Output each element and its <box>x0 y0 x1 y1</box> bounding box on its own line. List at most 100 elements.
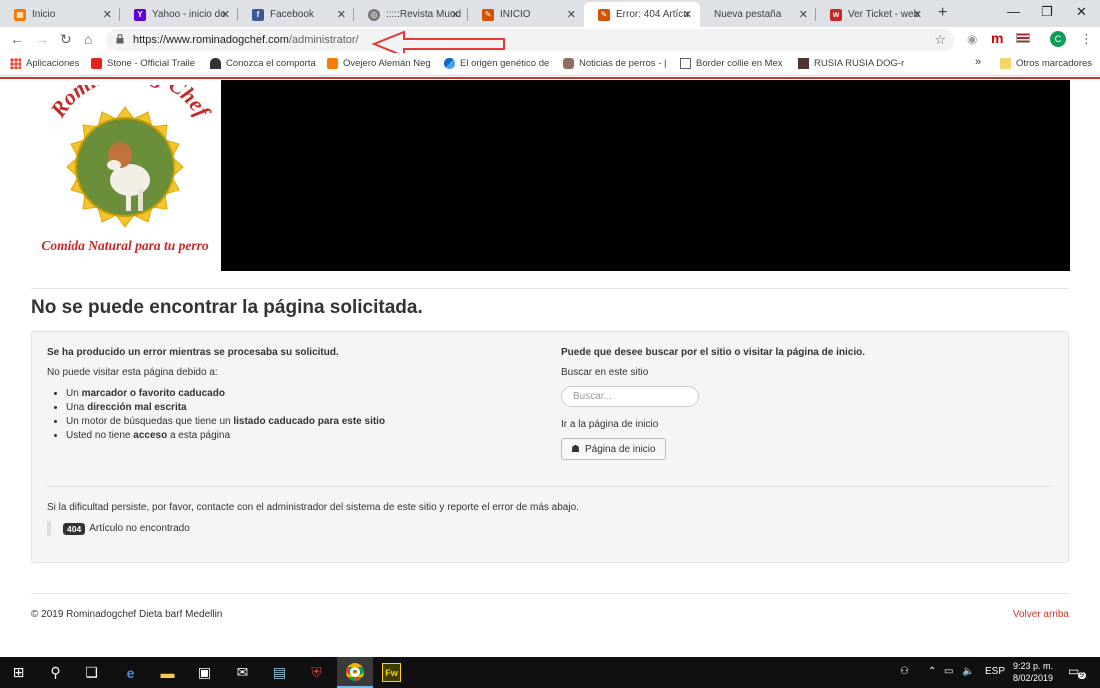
bookmark-label: Noticias de perros - | <box>579 58 667 69</box>
error-reasons-list: Un marcador o favorito caducado Una dire… <box>66 387 537 443</box>
url-path: /administrator/ <box>288 34 359 46</box>
bookmark-label: Otros marcadores <box>1016 58 1093 69</box>
tab-ver-ticket[interactable]: w Ver Ticket - web ✕ <box>816 2 930 27</box>
tab-revista[interactable]: ◎ :::::Revista Mund ✕ <box>354 2 468 27</box>
bookmark-label: Conozca el comporta <box>226 58 316 69</box>
bookmark-rusia[interactable]: RUSIA RUSIA DOG-ra <box>798 58 904 69</box>
close-icon[interactable]: ✕ <box>799 8 808 21</box>
bookmark-noticias[interactable]: Noticias de perros - | <box>563 58 667 69</box>
chevron-up-icon[interactable]: ⌃ <box>928 666 936 677</box>
home-page-button[interactable]: ☗ Página de inicio <box>561 438 666 460</box>
persist-message: Si la dificultad persiste, por favor, co… <box>47 502 579 513</box>
dog-chef-logo-icon: Romina Dog Chef Comida Natural para tu p… <box>41 59 216 253</box>
profile-avatar[interactable]: C <box>1050 31 1066 47</box>
error-panel: Se ha producido un error mientras se pro… <box>31 331 1069 563</box>
site-logo[interactable]: Romina Dog Chef Comida Natural para tu p… <box>30 59 220 260</box>
chrome-icon[interactable] <box>337 657 373 688</box>
minimize-button[interactable]: — <box>1007 4 1020 19</box>
bookmark-aplicaciones[interactable]: Aplicaciones <box>10 58 79 69</box>
fireworks-icon[interactable]: Fw <box>382 663 401 682</box>
home-button[interactable]: ⌂ <box>84 31 92 47</box>
search-input[interactable] <box>561 386 699 407</box>
file-explorer-icon[interactable]: ▬ <box>158 663 177 682</box>
volume-icon[interactable]: 🔈 <box>962 666 974 677</box>
home-icon: ☗ <box>571 443 580 455</box>
address-bar[interactable]: https://www.rominadogchef.com/administra… <box>106 29 954 51</box>
bookmark-star-icon[interactable]: ☆ <box>934 32 946 48</box>
mail-icon[interactable]: ✉ <box>233 663 252 682</box>
restore-button[interactable]: ❐ <box>1041 4 1053 20</box>
tab-inicio[interactable]: ▦ Inicio ✕ <box>0 2 120 27</box>
back-button[interactable]: ← <box>10 31 24 47</box>
dog-chef-icon: ✎ <box>482 8 494 21</box>
close-icon[interactable]: ✕ <box>337 8 346 21</box>
window-close-button[interactable]: ✕ <box>1076 4 1087 20</box>
blogger-icon <box>327 58 338 69</box>
tab-nueva-pestana[interactable]: Nueva pestaña ✕ <box>700 2 816 27</box>
close-icon[interactable]: ✕ <box>567 8 576 21</box>
browser-toolbar: ← → ↻ ⌂ https://www.rominadogchef.com/ad… <box>0 27 1100 53</box>
site-top-border <box>0 77 1100 79</box>
system-clock[interactable]: 9:23 p. m. 8/02/2019 <box>1008 660 1058 684</box>
forward-button[interactable]: → <box>35 31 49 47</box>
us-flag-icon[interactable] <box>1016 33 1030 43</box>
tab-inicio-site[interactable]: ✎ INICIO ✕ <box>468 2 584 27</box>
windows-taskbar: ⊞ ⚲ ❏ e ▬ ▣ ✉ ▤ ⛨ Fw ⚇ ⌃ ▭ 🔈 ESP 9:23 p.… <box>0 657 1100 688</box>
divider <box>31 288 1069 289</box>
bookmark-stone[interactable]: Stone - Official Traile <box>91 58 199 69</box>
windows-start-icon[interactable]: ⊞ <box>9 663 28 682</box>
divider <box>31 593 1069 594</box>
close-icon[interactable]: ✕ <box>221 8 230 21</box>
bookmarks-overflow-button[interactable]: » <box>975 56 981 68</box>
menu-kebab-icon[interactable]: ⋮ <box>1080 31 1093 47</box>
bookmark-label: Stone - Official Traile <box>107 58 196 69</box>
error-reasons-column: Se ha producido un error mientras se pro… <box>47 347 537 443</box>
back-to-top-link[interactable]: Volver arriba <box>1013 609 1069 620</box>
list-item: Una dirección mal escrita <box>66 401 537 415</box>
bookmark-ovejero[interactable]: Ovejero Alemán Neg <box>327 58 433 69</box>
store-icon[interactable]: ▣ <box>195 663 214 682</box>
dog-news-icon <box>563 58 574 69</box>
list-item: Usted no tiene acceso a esta página <box>66 429 537 443</box>
notifications-count: 9 <box>1078 672 1086 679</box>
shield-app-icon[interactable]: ⛨ <box>307 663 326 682</box>
extension-circle-icon[interactable]: ◉ <box>967 32 977 46</box>
youtube-icon <box>91 58 102 69</box>
header-banner <box>221 80 1070 271</box>
apps-grid-icon <box>10 58 21 69</box>
network-icon[interactable]: ▭ <box>944 666 953 677</box>
folder-icon <box>1000 58 1011 69</box>
tab-facebook[interactable]: f Facebook ✕ <box>238 2 354 27</box>
task-view-icon[interactable]: ❏ <box>82 663 101 682</box>
close-icon[interactable]: ✕ <box>913 8 922 21</box>
bookmark-label: Border collie en Mex <box>696 58 783 69</box>
bookmark-border-collie[interactable]: Border collie en Mex <box>680 58 785 69</box>
bookmark-origen[interactable]: El origen genético de <box>444 58 552 69</box>
search-icon[interactable]: ⚲ <box>46 663 65 682</box>
page-icon <box>680 58 691 69</box>
language-indicator[interactable]: ESP <box>985 666 1005 677</box>
page-title: No se puede encontrar la página solicita… <box>31 297 423 318</box>
reload-button[interactable]: ↻ <box>60 31 72 48</box>
bookmark-otros-marcadores[interactable]: Otros marcadores <box>1000 58 1092 69</box>
close-icon[interactable]: ✕ <box>683 8 692 21</box>
close-icon[interactable]: ✕ <box>103 8 112 21</box>
tab-yahoo[interactable]: Y Yahoo - inicio de ✕ <box>120 2 238 27</box>
blue-s-icon <box>444 58 455 69</box>
bookmark-label: Aplicaciones <box>26 58 80 69</box>
search-heading: Puede que desee buscar por el sitio o vi… <box>561 347 865 358</box>
new-tab-button[interactable]: + <box>938 4 947 22</box>
url-host: https://www.rominadogchef.com <box>133 34 289 46</box>
logo-tagline: Comida Natural para tu perro <box>41 238 209 253</box>
dog-silhouette-icon <box>210 58 221 69</box>
error-intro: No puede visitar esta página debido a: <box>47 367 218 378</box>
tab-error-404[interactable]: ✎ Error: 404 Artícu ✕ <box>584 2 700 27</box>
bookmark-conozca[interactable]: Conozca el comporta <box>210 58 318 69</box>
notes-icon[interactable]: ▤ <box>270 663 289 682</box>
people-icon[interactable]: ⚇ <box>900 666 909 677</box>
globe-icon: ◎ <box>368 8 380 21</box>
close-icon[interactable]: ✕ <box>451 8 460 21</box>
edge-icon[interactable]: e <box>121 663 140 682</box>
dog-chef-icon: ✎ <box>598 8 610 21</box>
extension-m-icon[interactable]: m <box>991 30 1003 46</box>
